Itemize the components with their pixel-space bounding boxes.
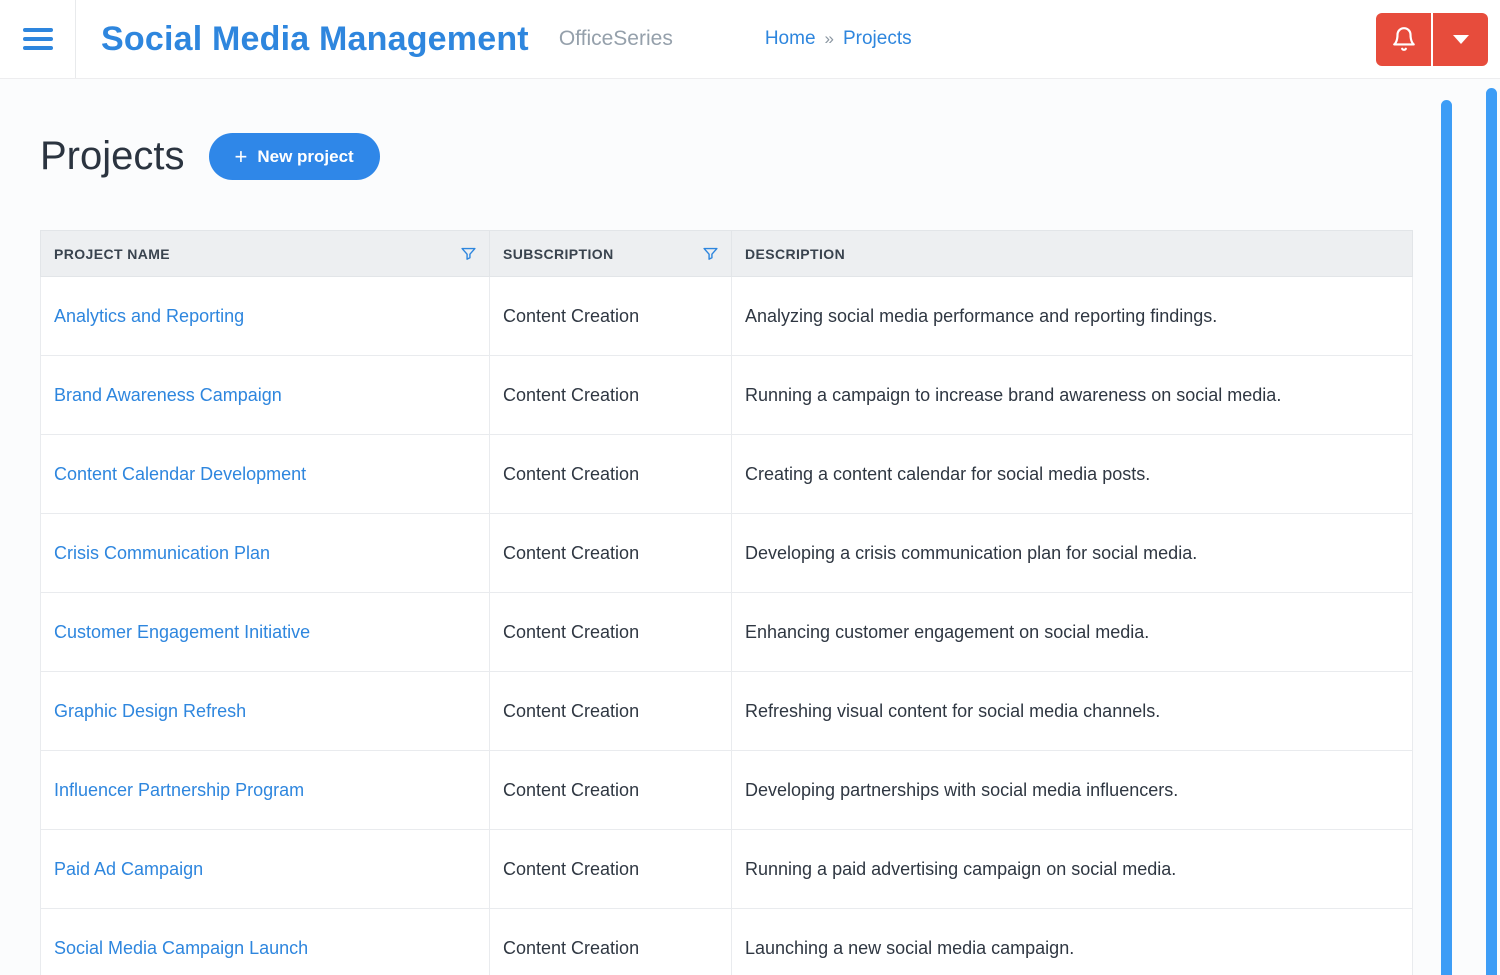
table-row: Graphic Design Refresh Content Creation …	[41, 672, 1413, 751]
subscription-cell: Content Creation	[490, 356, 732, 435]
column-label: DESCRIPTION	[745, 246, 845, 262]
project-name-link[interactable]: Customer Engagement Initiative	[54, 622, 310, 642]
topbar-actions	[1376, 13, 1488, 66]
description-cell: Creating a content calendar for social m…	[732, 435, 1413, 514]
page-title: Projects	[40, 134, 185, 179]
bell-icon	[1391, 26, 1417, 52]
project-name-link[interactable]: Social Media Campaign Launch	[54, 938, 308, 958]
inner-vertical-scrollbar[interactable]	[1441, 100, 1452, 975]
new-project-button[interactable]: + New project	[209, 133, 380, 180]
description-cell: Analyzing social media performance and r…	[732, 277, 1413, 356]
subscription-cell: Content Creation	[490, 514, 732, 593]
outer-vertical-scrollbar[interactable]	[1486, 88, 1497, 975]
column-header-description: DESCRIPTION	[732, 231, 1413, 277]
project-name-link[interactable]: Crisis Communication Plan	[54, 543, 270, 563]
table-row: Paid Ad Campaign Content Creation Runnin…	[41, 830, 1413, 909]
table-row: Analytics and Reporting Content Creation…	[41, 277, 1413, 356]
column-label: SUBSCRIPTION	[503, 246, 614, 262]
hamburger-menu-button[interactable]	[0, 0, 75, 78]
description-cell: Enhancing customer engagement on social …	[732, 593, 1413, 672]
project-name-link[interactable]: Analytics and Reporting	[54, 306, 244, 326]
filter-icon[interactable]	[702, 245, 719, 262]
project-name-link[interactable]: Influencer Partnership Program	[54, 780, 304, 800]
subscription-cell: Content Creation	[490, 830, 732, 909]
subscription-cell: Content Creation	[490, 277, 732, 356]
column-header-subscription: SUBSCRIPTION	[490, 231, 732, 277]
subscription-cell: Content Creation	[490, 672, 732, 751]
project-name-cell: Graphic Design Refresh	[41, 672, 490, 751]
breadcrumb-separator: »	[825, 29, 834, 49]
page-heading-row: Projects + New project	[40, 133, 1460, 180]
project-name-cell: Content Calendar Development	[41, 435, 490, 514]
hamburger-icon	[23, 23, 53, 55]
new-project-label: New project	[257, 147, 353, 167]
project-name-cell: Analytics and Reporting	[41, 277, 490, 356]
project-name-cell: Paid Ad Campaign	[41, 830, 490, 909]
project-name-cell: Social Media Campaign Launch	[41, 909, 490, 975]
breadcrumb: Home » Projects	[765, 28, 912, 50]
description-cell: Launching a new social media campaign.	[732, 909, 1413, 975]
table-row: Content Calendar Development Content Cre…	[41, 435, 1413, 514]
project-name-cell: Customer Engagement Initiative	[41, 593, 490, 672]
topbar-divider	[75, 0, 76, 78]
column-label: PROJECT NAME	[54, 246, 170, 262]
subscription-cell: Content Creation	[490, 435, 732, 514]
notifications-button[interactable]	[1376, 13, 1431, 66]
top-bar: Social Media Management OfficeSeries Hom…	[0, 0, 1500, 79]
description-cell: Running a paid advertising campaign on s…	[732, 830, 1413, 909]
project-name-link[interactable]: Paid Ad Campaign	[54, 859, 203, 879]
breadcrumb-home-link[interactable]: Home	[765, 28, 816, 50]
table-row: Crisis Communication Plan Content Creati…	[41, 514, 1413, 593]
plus-icon: +	[235, 146, 248, 168]
breadcrumb-current-link[interactable]: Projects	[843, 28, 912, 50]
projects-table: PROJECT NAME SUBSCRIPTION	[40, 230, 1413, 975]
table-body: Analytics and Reporting Content Creation…	[41, 277, 1413, 975]
description-cell: Developing partnerships with social medi…	[732, 751, 1413, 830]
app-subtitle: OfficeSeries	[559, 27, 673, 51]
subscription-cell: Content Creation	[490, 593, 732, 672]
account-dropdown-button[interactable]	[1433, 13, 1488, 66]
table-row: Social Media Campaign Launch Content Cre…	[41, 909, 1413, 975]
table-row: Customer Engagement Initiative Content C…	[41, 593, 1413, 672]
project-name-cell: Crisis Communication Plan	[41, 514, 490, 593]
table-row: Brand Awareness Campaign Content Creatio…	[41, 356, 1413, 435]
table-row: Influencer Partnership Program Content C…	[41, 751, 1413, 830]
filter-icon[interactable]	[460, 245, 477, 262]
project-name-link[interactable]: Graphic Design Refresh	[54, 701, 246, 721]
subscription-cell: Content Creation	[490, 751, 732, 830]
project-name-link[interactable]: Content Calendar Development	[54, 464, 306, 484]
main-content: Projects + New project PROJECT NAME	[0, 133, 1500, 975]
app-title: Social Media Management	[101, 20, 529, 59]
description-cell: Running a campaign to increase brand awa…	[732, 356, 1413, 435]
column-header-project-name: PROJECT NAME	[41, 231, 490, 277]
description-cell: Developing a crisis communication plan f…	[732, 514, 1413, 593]
project-name-link[interactable]: Brand Awareness Campaign	[54, 385, 282, 405]
description-cell: Refreshing visual content for social med…	[732, 672, 1413, 751]
project-name-cell: Brand Awareness Campaign	[41, 356, 490, 435]
subscription-cell: Content Creation	[490, 909, 732, 975]
project-name-cell: Influencer Partnership Program	[41, 751, 490, 830]
table-header: PROJECT NAME SUBSCRIPTION	[41, 231, 1413, 277]
chevron-down-icon	[1453, 35, 1469, 44]
